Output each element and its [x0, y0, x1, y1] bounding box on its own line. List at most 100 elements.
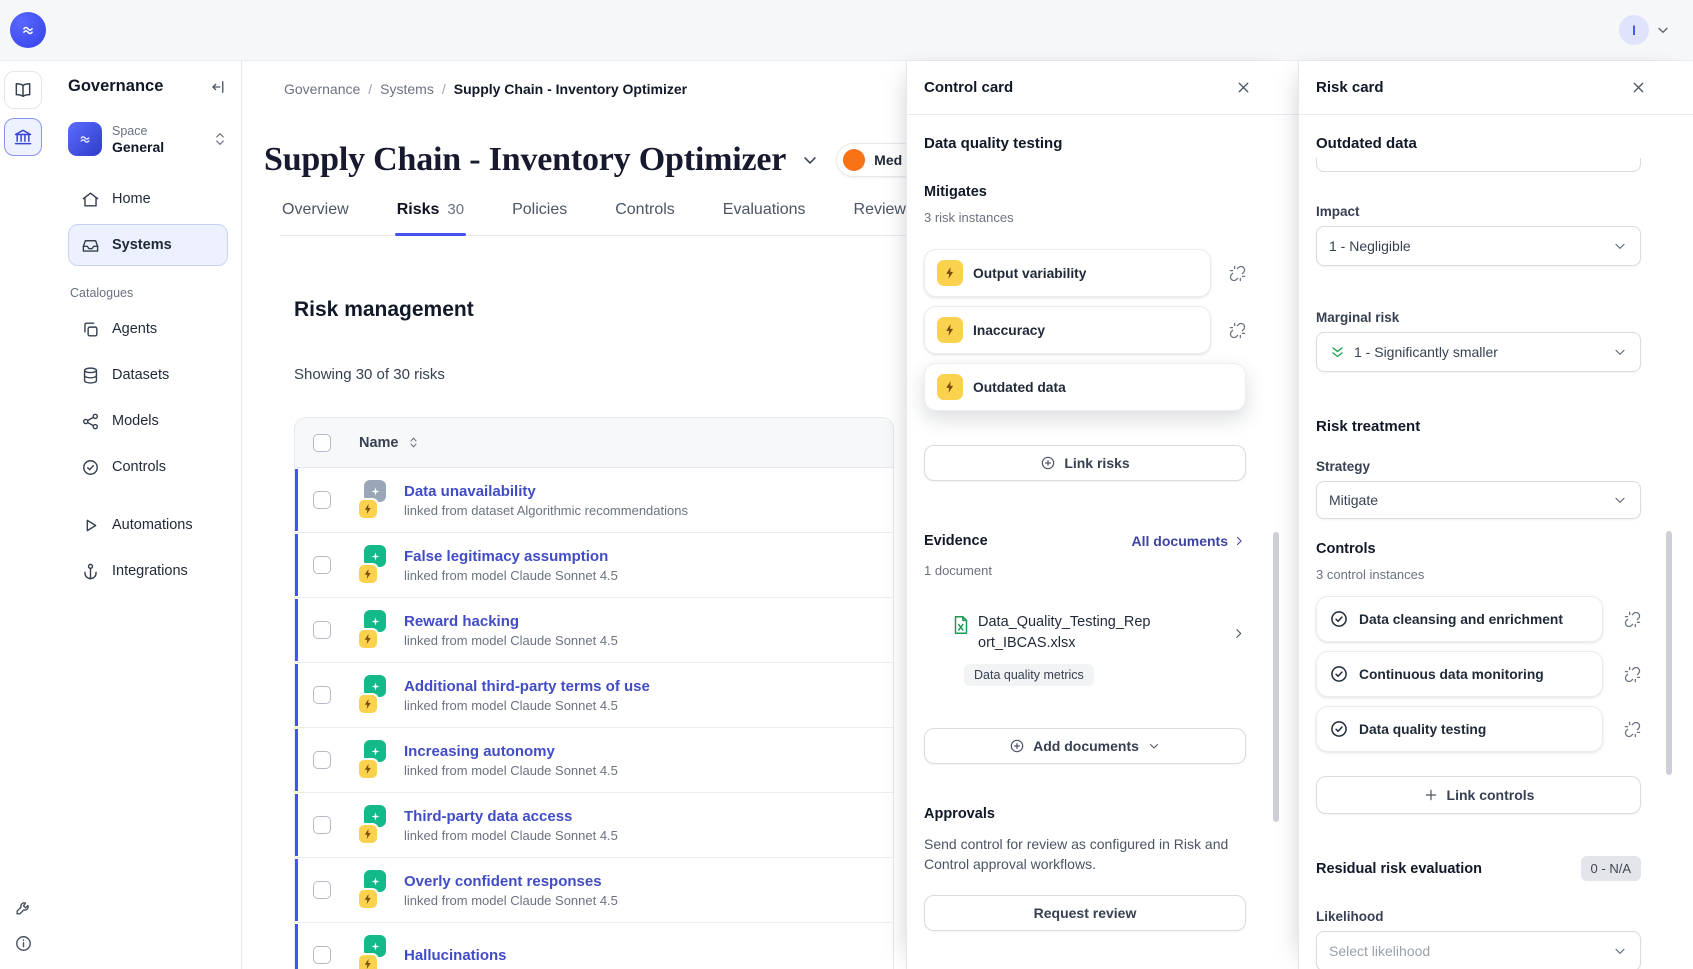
add-documents-button[interactable]: Add documents	[924, 728, 1246, 764]
scrollbar-thumb[interactable]	[1666, 531, 1672, 775]
chevron-up-down-icon[interactable]	[212, 131, 228, 147]
tab-evaluations[interactable]: Evaluations	[721, 197, 808, 235]
row-checkbox[interactable]	[313, 621, 331, 639]
table-row[interactable]: Data unavailabilitylinked from dataset A…	[295, 468, 893, 533]
all-documents-link[interactable]: All documents	[1132, 533, 1246, 549]
tab-policies[interactable]: Policies	[510, 197, 569, 235]
risk-name-link[interactable]: Increasing autonomy	[404, 743, 618, 760]
app-rail	[0, 61, 46, 969]
risk-level-badge[interactable]: Med	[836, 143, 906, 177]
unlink-control-button[interactable]	[1624, 611, 1641, 628]
risk-name-link[interactable]: Additional third-party terms of use	[404, 678, 650, 695]
risk-name-link[interactable]: Third-party data access	[404, 808, 618, 825]
tab-risks[interactable]: Risks30	[395, 197, 466, 235]
unlink-risk-button[interactable]	[1229, 265, 1246, 282]
row-checkbox[interactable]	[313, 881, 331, 899]
risk-source-icon	[355, 935, 391, 969]
document-name: Data_Quality_Testing_Report_IBCAS.xlsx	[978, 612, 1158, 654]
table-row[interactable]: False legitimacy assumptionlinked from m…	[295, 533, 893, 598]
docs-rail-button[interactable]	[4, 71, 42, 109]
tab-reviews[interactable]: Reviews	[852, 197, 906, 235]
request-review-button[interactable]: Request review	[924, 895, 1246, 931]
control-chip[interactable]: Continuous data monitoring	[1316, 651, 1603, 697]
risk-source-icon	[355, 870, 391, 910]
close-risk-card-button[interactable]	[1630, 79, 1647, 96]
sidebar-item-models[interactable]: Models	[68, 400, 228, 442]
chevron-down-icon[interactable]	[800, 150, 820, 170]
breadcrumb-item[interactable]: Systems	[380, 81, 434, 97]
link-risks-button[interactable]: Link risks	[924, 445, 1246, 481]
table-row[interactable]: Overly confident responses linked from mo…	[295, 858, 893, 923]
sidebar-item-label: Controls	[112, 459, 166, 475]
risk-subtitle: linked from model Claude Sonnet 4.5	[404, 893, 618, 908]
risk-chip[interactable]: Inaccuracy	[924, 306, 1211, 354]
row-checkbox[interactable]	[313, 816, 331, 834]
risk-name-link[interactable]: Data unavailability	[404, 483, 688, 500]
impact-select[interactable]: 1 - Negligible	[1316, 226, 1641, 266]
control-chip[interactable]: Data quality testing	[1316, 706, 1603, 752]
space-selector[interactable]: Space General	[68, 122, 228, 156]
clipped-field[interactable]	[1316, 158, 1641, 172]
risk-subtitle: linked from model Claude Sonnet 4.5	[404, 633, 618, 648]
risk-bolt-badge	[937, 317, 963, 343]
unlink-control-button[interactable]	[1624, 666, 1641, 683]
row-checkbox[interactable]	[313, 751, 331, 769]
likelihood-select[interactable]: Select likelihood	[1316, 931, 1641, 969]
collapse-sidebar-icon[interactable]	[210, 78, 228, 96]
sidebar-item-integrations[interactable]: Integrations	[68, 550, 228, 592]
info-icon	[14, 934, 33, 953]
chevron-down-icon	[1612, 344, 1628, 360]
marginal-risk-select[interactable]: 1 - Significantly smaller	[1316, 332, 1641, 372]
unlink-risk-button[interactable]	[1229, 322, 1246, 339]
sort-icon[interactable]	[406, 435, 421, 450]
governance-rail-button[interactable]	[4, 118, 42, 156]
close-control-card-button[interactable]	[1235, 79, 1252, 96]
link-controls-button[interactable]: Link controls	[1316, 776, 1641, 814]
user-menu[interactable]: I	[1619, 15, 1671, 45]
risk-chip[interactable]: Output variability	[924, 249, 1211, 297]
sidebar-item-systems[interactable]: Systems	[68, 224, 228, 266]
linked-risk-row: Inaccuracy	[924, 306, 1246, 354]
sidebar-item-automations[interactable]: Automations	[68, 504, 228, 546]
info-button[interactable]	[14, 934, 33, 953]
chevron-right-icon[interactable]	[1231, 626, 1246, 641]
chevron-down-icon[interactable]	[1655, 22, 1671, 38]
control-chip[interactable]: Data cleansing and enrichment	[1316, 596, 1603, 642]
table-row[interactable]: Increasing autonomylinked from model Cla…	[295, 728, 893, 793]
risk-chip[interactable]: Outdated data	[924, 363, 1246, 411]
tab-overview[interactable]: Overview	[280, 197, 351, 235]
app-logo[interactable]	[10, 12, 46, 48]
table-row[interactable]: Hallucinations	[295, 923, 893, 969]
sidebar-item-agents[interactable]: Agents	[68, 308, 228, 350]
strategy-select[interactable]: Mitigate	[1316, 481, 1641, 519]
avatar[interactable]: I	[1619, 15, 1649, 45]
row-checkbox[interactable]	[313, 686, 331, 704]
tools-button[interactable]	[14, 898, 33, 917]
sidebar-item-datasets[interactable]: Datasets	[68, 354, 228, 396]
sidebar-item-controls[interactable]: Controls	[68, 446, 228, 488]
column-header-name[interactable]: Name	[359, 435, 399, 451]
main-content: Governance/Systems/Supply Chain - Invent…	[242, 61, 906, 969]
risk-name-link[interactable]: Hallucinations	[404, 947, 507, 964]
risk-name-link[interactable]: False legitimacy assumption	[404, 548, 618, 565]
tab-controls[interactable]: Controls	[613, 197, 677, 235]
select-all-checkbox[interactable]	[313, 434, 331, 452]
table-row[interactable]: Reward hacking linked from model Claude S…	[295, 598, 893, 663]
risk-name-link[interactable]: Overly confident responses	[404, 873, 618, 890]
linked-control-row: Data quality testing	[1316, 706, 1641, 752]
unlink-icon	[1624, 611, 1641, 628]
topbar: I	[0, 0, 1693, 60]
table-row[interactable]: Additional third-party terms of uselinke…	[295, 663, 893, 728]
sidebar-item-home[interactable]: Home	[68, 178, 228, 220]
row-checkbox[interactable]	[313, 556, 331, 574]
scrollbar-thumb[interactable]	[1273, 532, 1279, 822]
row-checkbox[interactable]	[313, 491, 331, 509]
wrench-icon	[14, 898, 33, 917]
risk-name-link[interactable]: Reward hacking	[404, 613, 618, 630]
row-checkbox[interactable]	[313, 946, 331, 964]
table-row[interactable]: Third-party data accesslinked from model…	[295, 793, 893, 858]
bank-icon	[13, 127, 33, 147]
breadcrumb-item[interactable]: Governance	[284, 81, 360, 97]
unlink-control-button[interactable]	[1624, 721, 1641, 738]
document-item[interactable]: Data_Quality_Testing_Report_IBCAS.xlsx	[924, 612, 1246, 654]
